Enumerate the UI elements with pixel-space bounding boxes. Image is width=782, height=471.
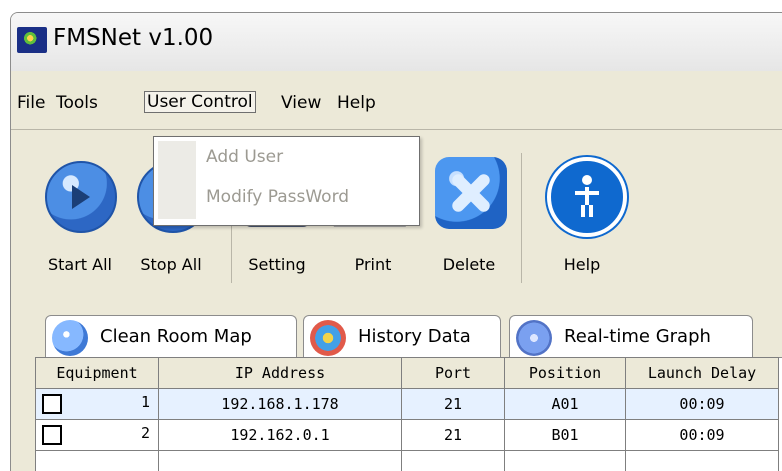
table-row[interactable]: 2 192.162.0.1 21 B01 00:09 xyxy=(36,420,779,451)
table-row[interactable]: 1 192.168.1.178 21 A01 00:09 xyxy=(36,389,779,420)
add-user-item[interactable]: Add User xyxy=(206,147,283,167)
menu-file[interactable]: File xyxy=(17,93,45,113)
ip-cell[interactable]: 192.162.0.1 xyxy=(159,420,402,451)
tab-history-data[interactable]: History Data xyxy=(303,315,501,358)
equipment-cell[interactable] xyxy=(36,451,159,471)
window-title: FMSNet v1.00 xyxy=(53,25,213,51)
launch-delay-cell[interactable]: 00:09 xyxy=(626,420,779,451)
menu-separator xyxy=(11,129,782,130)
history-icon xyxy=(310,320,346,356)
header-launch-delay[interactable]: Launch Delay xyxy=(626,358,779,389)
row-checkbox[interactable] xyxy=(42,425,62,445)
position-cell[interactable] xyxy=(505,451,626,471)
play-icon xyxy=(45,161,117,233)
menu-user-control[interactable]: User Control xyxy=(144,91,256,113)
equipment-table: Equipment IP Address Port Position Launc… xyxy=(35,357,779,471)
tab-real-time-graph[interactable]: Real-time Graph xyxy=(509,315,753,358)
launch-delay-cell[interactable]: 00:09 xyxy=(626,389,779,420)
equipment-cell[interactable]: 1 xyxy=(36,389,159,420)
port-cell[interactable]: 21 xyxy=(402,389,505,420)
tab-label: Real-time Graph xyxy=(564,326,711,347)
graph-icon xyxy=(516,320,552,356)
ip-cell[interactable]: 192.168.1.178 xyxy=(159,389,402,420)
position-cell[interactable]: A01 xyxy=(505,389,626,420)
equipment-number: 2 xyxy=(141,424,150,442)
port-cell[interactable]: 21 xyxy=(402,420,505,451)
delete-label: Delete xyxy=(429,255,509,274)
setting-label: Setting xyxy=(237,255,317,274)
table-row[interactable] xyxy=(36,451,779,471)
dropdown-icon-column xyxy=(158,141,196,219)
menu-view[interactable]: View xyxy=(281,93,321,113)
port-cell[interactable] xyxy=(402,451,505,471)
header-port[interactable]: Port xyxy=(402,358,505,389)
menu-tools[interactable]: Tools xyxy=(56,93,98,113)
toolbar-separator xyxy=(521,153,522,283)
modify-password-item[interactable]: Modify PassWord xyxy=(206,187,349,207)
start-all-label: Start All xyxy=(35,255,125,274)
tab-label: Clean Room Map xyxy=(100,326,252,347)
header-position[interactable]: Position xyxy=(505,358,626,389)
ip-cell[interactable] xyxy=(159,451,402,471)
menu-help[interactable]: Help xyxy=(337,93,376,113)
title-bar: FMSNet v1.00 xyxy=(11,13,782,71)
header-equipment[interactable]: Equipment xyxy=(36,358,159,389)
header-ip-address[interactable]: IP Address xyxy=(159,358,402,389)
tab-clean-room-map[interactable]: Clean Room Map xyxy=(45,315,297,358)
position-cell[interactable]: B01 xyxy=(505,420,626,451)
app-icon xyxy=(17,27,47,53)
help-label: Help xyxy=(539,255,625,274)
help-icon xyxy=(547,157,627,237)
person-icon xyxy=(575,175,599,219)
row-checkbox[interactable] xyxy=(42,394,62,414)
delete-icon xyxy=(435,157,507,229)
app-window: FMSNet v1.00 File Tools User Control Vie… xyxy=(10,12,782,471)
equipment-cell[interactable]: 2 xyxy=(36,420,159,451)
stop-all-label: Stop All xyxy=(131,255,211,274)
user-control-dropdown: Add User Modify PassWord xyxy=(153,136,420,226)
equipment-number: 1 xyxy=(141,393,150,411)
tab-label: History Data xyxy=(358,326,471,347)
tab-strip: Clean Room Map History Data Real-time Gr… xyxy=(11,315,782,359)
globe-icon xyxy=(52,320,88,356)
print-label: Print xyxy=(333,255,413,274)
launch-delay-cell[interactable] xyxy=(626,451,779,471)
menu-bar: File Tools User Control View Help xyxy=(11,83,782,127)
